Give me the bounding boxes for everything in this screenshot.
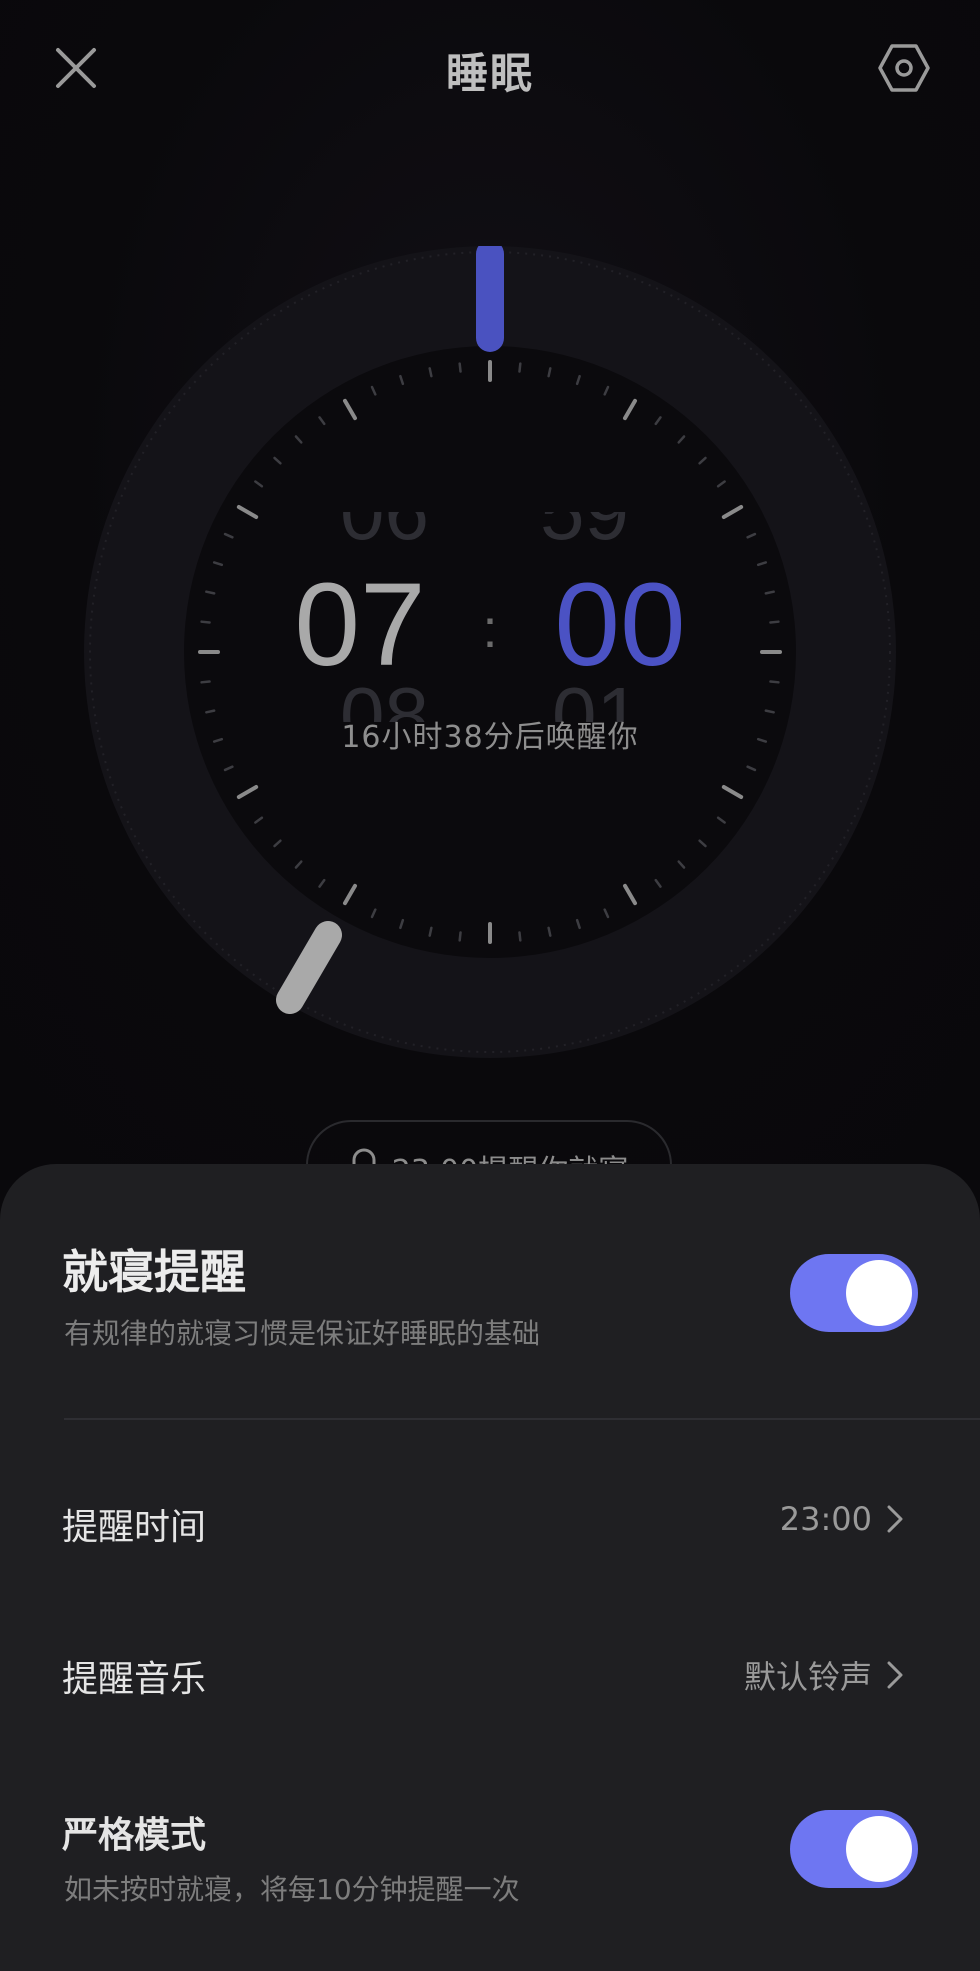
settings-button[interactable]: [876, 40, 932, 96]
settings-icon: [878, 44, 930, 92]
reminder-music-value[interactable]: 默认铃声: [744, 1652, 904, 1698]
alarm-time[interactable]: 07 : 00: [0, 557, 980, 693]
minor-tick: [518, 362, 522, 373]
reminder-time-label[interactable]: 提醒时间: [62, 1498, 206, 1550]
strict-mode-toggle[interactable]: [790, 1810, 918, 1888]
page-title: 睡眠: [445, 49, 534, 98]
divider: [64, 1418, 980, 1420]
header: 睡眠: [0, 0, 980, 140]
minor-tick: [428, 367, 433, 378]
minor-tick: [547, 367, 552, 378]
minor-tick: [547, 926, 552, 937]
bedtime-reminder-subtitle: 有规律的就寝习惯是保证好睡眠的基础: [64, 1317, 541, 1350]
minor-tick: [428, 926, 433, 937]
minor-tick: [458, 931, 462, 942]
reminder-music-text: 默认铃声: [743, 1658, 872, 1696]
reminder-music-label[interactable]: 提醒音乐: [62, 1650, 206, 1702]
wake-countdown: 16小时38分后唤醒你: [341, 720, 639, 755]
reminder-time-value[interactable]: 23:00: [780, 1500, 904, 1538]
sleep-screen: 睡眠 06 59 07 : 00 08 01 16小时38分后唤醒你 23:00…: [0, 0, 980, 1210]
bedtime-reminder-toggle[interactable]: [790, 1254, 918, 1332]
toggle-knob: [846, 1260, 912, 1326]
minute-value[interactable]: 00: [535, 557, 705, 693]
minor-tick: [518, 931, 522, 942]
chevron-right-icon: [887, 1505, 903, 1533]
strict-mode-title: 严格模式: [62, 1815, 207, 1856]
hour-prev: 06: [340, 512, 429, 554]
reminder-time-text: 23:00: [779, 1500, 872, 1538]
time-separator: :: [482, 599, 498, 659]
bedtime-reminder-title: 就寝提醒: [62, 1245, 246, 1299]
strict-mode-subtitle: 如未按时就寝，将每10分钟提醒一次: [64, 1873, 520, 1906]
hour-value[interactable]: 07: [275, 557, 445, 693]
minor-tick: [458, 362, 462, 373]
chevron-right-icon: [887, 1661, 903, 1689]
toggle-knob: [846, 1816, 912, 1882]
minute-prev: 59: [540, 512, 629, 554]
